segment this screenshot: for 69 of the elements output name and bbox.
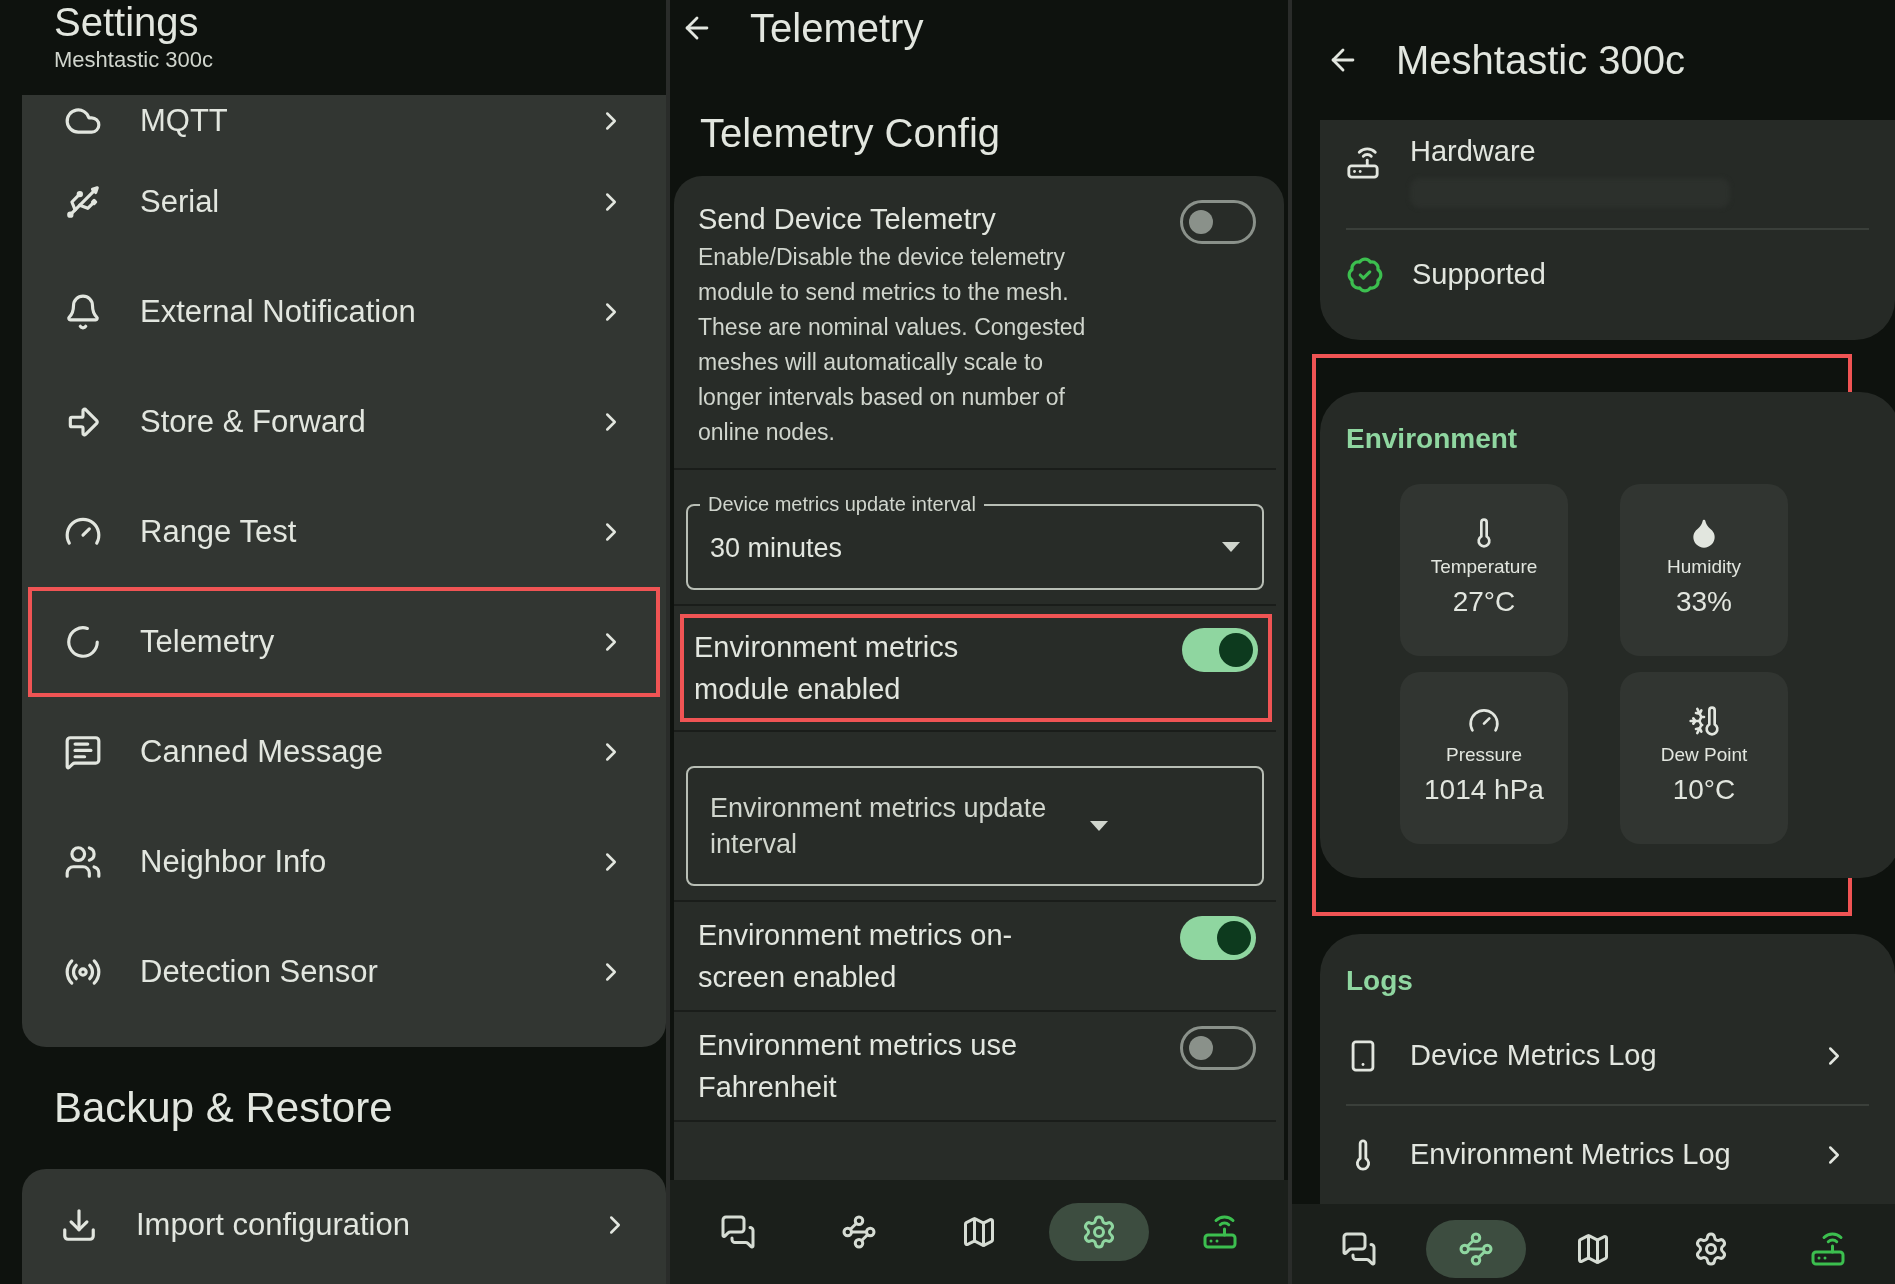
screen-title: Telemetry (750, 5, 924, 52)
settings-item[interactable]: Canned Message (28, 697, 660, 807)
chat-icon (720, 1214, 757, 1250)
metric-label: Temperature (1430, 554, 1538, 579)
setting-title: Send Device Telemetry (698, 202, 997, 237)
settings-item[interactable]: Import configuration (22, 1187, 666, 1263)
message-icon (64, 733, 102, 771)
field-value: Environment metrics update interval (710, 792, 1048, 861)
bell-icon (64, 293, 102, 331)
item-label: Neighbor Info (140, 842, 328, 881)
toggle-switch[interactable] (1180, 916, 1256, 960)
settings-item[interactable]: Serial (28, 147, 660, 257)
toggle-switch[interactable] (1180, 1026, 1256, 1070)
item-label: Import configuration (136, 1205, 411, 1244)
metric-label: Pressure (1446, 742, 1522, 767)
item-label: Detection Sensor (140, 952, 379, 991)
usb-icon (64, 183, 102, 221)
metric-value: 1014 hPa (1424, 773, 1544, 808)
thermometer-icon (1688, 704, 1720, 737)
row-label: Hardware (1410, 134, 1537, 169)
settings-item[interactable]: Neighbor Info (28, 807, 660, 917)
settings-item[interactable]: Telemetry (28, 587, 660, 697)
router-icon (1201, 1214, 1238, 1250)
download-icon (60, 1206, 98, 1244)
toggle-switch[interactable] (1180, 200, 1256, 244)
screen-subtitle: Meshtastic 300c (54, 46, 213, 74)
log-item[interactable]: Environment Metrics Log (1346, 1106, 1869, 1204)
item-label: Device Metrics Log (1410, 1038, 1658, 1074)
caret-icon (1090, 821, 1108, 831)
item-label: Range Test (140, 512, 298, 551)
item-label: Store & Forward (140, 402, 367, 441)
section-title: Backup & Restore (53, 1083, 394, 1133)
people-icon (64, 843, 102, 881)
network-icon (1458, 1231, 1495, 1267)
toggle-switch[interactable] (1182, 628, 1258, 672)
card-title: Environment (1346, 423, 1518, 454)
card-title: Logs (1346, 964, 1414, 998)
row-label: Supported (1412, 257, 1546, 293)
item-label: MQTT (140, 101, 229, 140)
screen-title: Meshtastic 300c (1396, 37, 1686, 84)
chat-icon (1340, 1231, 1377, 1267)
setting-description: Enable/Disable the device telemetry module to send metrics to the mesh. These are nominal values. Congested meshes will automatically scale to longer intervals based on number of online nodes. (698, 243, 1087, 447)
caret-icon (1222, 542, 1240, 552)
metric-label: Humidity (1667, 554, 1741, 579)
settings-item[interactable]: External Notification (28, 257, 660, 367)
network-icon (840, 1214, 877, 1250)
item-label: Environment Metrics Log (1410, 1137, 1732, 1173)
section-title: Telemetry Config (699, 110, 1002, 157)
metric-value: 10°C (1672, 773, 1736, 808)
setting-title: Environment metrics on-screen enabled (698, 918, 1014, 995)
router-icon (1810, 1231, 1847, 1267)
field-value: 30 minutes (710, 532, 844, 565)
item-label: Serial (140, 182, 221, 221)
settings-item[interactable]: Store & Forward (28, 367, 660, 477)
router-icon (1346, 146, 1380, 180)
setting-title: Environment metrics module enabled (694, 630, 960, 707)
setting-title: Environment metrics use Fahrenheit (698, 1028, 1019, 1105)
settings-item[interactable]: Range Test (28, 477, 660, 587)
metric-label: Dew Point (1660, 742, 1748, 767)
item-label: Canned Message (140, 732, 384, 771)
verified-badge-icon (1346, 256, 1384, 294)
settings-item[interactable]: MQTT (28, 95, 660, 147)
metric-value: 27°C (1452, 585, 1516, 620)
log-item[interactable]: Device Metrics Log (1346, 1008, 1869, 1106)
metric-value: 33% (1675, 585, 1732, 620)
item-label: Telemetry (140, 622, 276, 661)
settings-item[interactable]: Detection Sensor (28, 917, 660, 1027)
item-label: External Notification (140, 292, 417, 331)
screen-title: Settings (54, 0, 199, 44)
